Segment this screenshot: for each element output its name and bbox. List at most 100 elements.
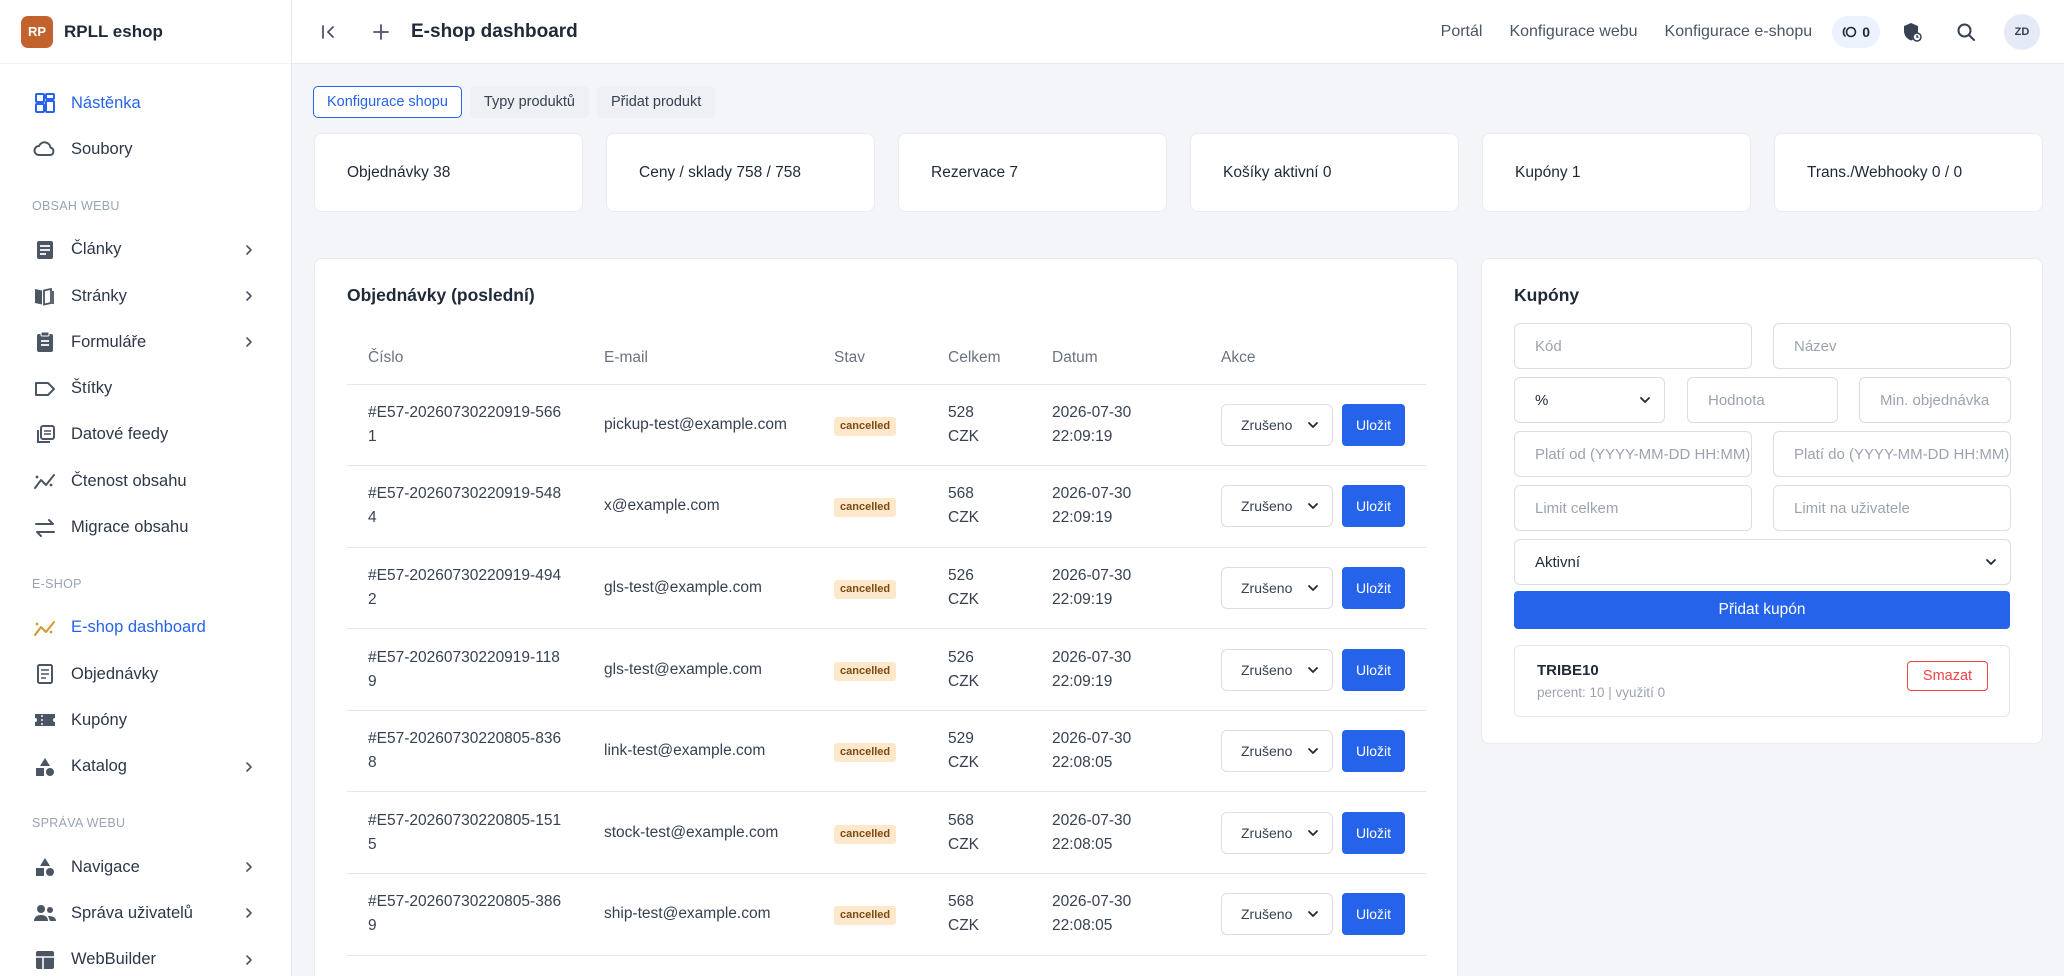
order-date: 2026-07-30 22:09:19 <box>1031 465 1200 548</box>
chevron-right-icon <box>246 291 252 301</box>
save-order-button[interactable]: Uložit <box>1342 811 1405 854</box>
eshop-config-link[interactable]: Konfigurace e-shopu <box>1665 23 1813 41</box>
delete-coupon-button[interactable]: Smazat <box>1907 661 1988 691</box>
user-avatar[interactable]: ZD <box>2004 13 2040 50</box>
order-status-select[interactable]: Zrušeno <box>1221 730 1333 773</box>
add-coupon-button[interactable]: Přidat kupón <box>1514 591 2010 629</box>
order-email: ship-test@example.com <box>583 873 813 956</box>
sidebar-item-nastenka[interactable]: Nástěnka <box>0 80 291 126</box>
sidebar-item-katalog[interactable]: Katalog <box>0 744 291 790</box>
web-config-link[interactable]: Konfigurace webu <box>1509 23 1637 41</box>
order-number[interactable]: #E57-20260730220919-5484 <box>347 465 583 548</box>
coupon-limit-user-input[interactable]: Limit na uživatele <box>1773 485 2011 531</box>
stat-card: Objednávky 38 <box>314 133 583 212</box>
add-button[interactable] <box>361 12 401 52</box>
sidebar-item-ctenost-obsahu[interactable]: Čtenost obsahu <box>0 458 291 504</box>
sidebar-item-migrace-obsahu[interactable]: Migrace obsahu <box>0 504 291 550</box>
stat-cards: Objednávky 38 Ceny / sklady 758 / 758 Reze… <box>314 133 2043 212</box>
recent-orders-panel: Objednávky (poslední) Číslo E-mail Stav … <box>314 258 1458 976</box>
order-status-select[interactable]: Zrušeno <box>1221 485 1333 528</box>
sidebar-item-label: Nástěnka <box>71 93 141 112</box>
sidebar-item-stranky[interactable]: Stránky <box>0 273 291 319</box>
sidebar-item-label: Správa uživatelů <box>71 903 193 922</box>
coupon-type-select[interactable]: % <box>1514 377 1665 423</box>
order-total: 526 CZK <box>927 547 1031 630</box>
save-order-button[interactable]: Uložit <box>1342 893 1405 936</box>
subtabs: Konfigurace shopu Typy produktů Přidat pro… <box>313 86 723 118</box>
stat-card: Košíky aktivní 0 <box>1190 133 1459 212</box>
stat-card: Trans./Webhooky 0 / 0 <box>1774 133 2043 212</box>
sidebar-item-label: Objednávky <box>71 664 159 683</box>
navigation-icon <box>32 854 58 880</box>
coupons-title: Kupóny <box>1514 285 1580 305</box>
orders-header-row: Číslo E-mail Stav Celkem Datum Akce <box>347 332 1426 385</box>
order-total: 526 CZK <box>927 628 1031 711</box>
order-status-select[interactable]: Zrušeno <box>1221 403 1333 446</box>
coupon-meta: percent: 10 | využití 0 <box>1537 685 1666 700</box>
coupon-status-select[interactable]: Aktivní <box>1514 539 2011 585</box>
action-cell: Zrušeno Uložit <box>1200 384 1426 467</box>
sidebar-item-kupony[interactable]: Kupóny <box>0 697 291 743</box>
action-cell: Zrušeno Uložit <box>1200 873 1426 956</box>
coupon-name-input[interactable]: Název <box>1773 323 2011 369</box>
sidebar-item-navigace[interactable]: Navigace <box>0 844 291 890</box>
coupon-min-order-input[interactable]: Min. objednávka <box>1859 377 2011 423</box>
sidebar-item-sprava-uzivatelu[interactable]: Správa uživatelů <box>0 890 291 936</box>
order-email: pickup-test@example.com <box>583 384 813 467</box>
chevron-down-icon <box>1308 829 1318 836</box>
search-button[interactable] <box>1954 20 1978 44</box>
sidebar-item-label: Články <box>71 240 122 259</box>
chevron-down-icon <box>1308 503 1318 510</box>
clipboard-icon <box>32 329 58 355</box>
search-icon <box>1957 23 1975 41</box>
order-number[interactable]: #E57-20260730220805-8368 <box>347 710 583 793</box>
sidebar-item-datove-feedy[interactable]: Datové feedy <box>0 412 291 458</box>
sidebar-item-stitky[interactable]: Štítky <box>0 365 291 411</box>
tag-icon <box>32 376 58 402</box>
sidebar-item-objednavky[interactable]: Objednávky <box>0 651 291 697</box>
counter-value: 0 <box>1862 23 1870 40</box>
sidebar-item-webbuilder[interactable]: WebBuilder <box>0 936 291 976</box>
order-number[interactable]: #E57-20260730220805-3869 <box>347 873 583 956</box>
save-order-button[interactable]: Uložit <box>1342 648 1405 691</box>
order-status-select[interactable]: Zrušeno <box>1221 648 1333 691</box>
coupon-limit-total-input[interactable]: Limit celkem <box>1514 485 1752 531</box>
order-number[interactable]: #E57-20260730220919-5661 <box>347 384 583 467</box>
brand-name: RPLL eshop <box>64 21 163 41</box>
coupon-valid-from-input[interactable]: Platí od (YYYY-MM-DD HH:MM) <box>1514 431 1752 477</box>
order-status-select[interactable]: Zrušeno <box>1221 566 1333 609</box>
coupon-code-input[interactable]: Kód <box>1514 323 1752 369</box>
portal-link[interactable]: Portál <box>1441 23 1483 41</box>
order-date: 2026-07-30 22:09:19 <box>1031 384 1200 467</box>
col-status: Stav <box>813 332 927 385</box>
save-order-button[interactable]: Uložit <box>1342 485 1405 528</box>
sidebar-item-formulare[interactable]: Formuláře <box>0 319 291 365</box>
sidebar-item-e-shop-dashboard[interactable]: E-shop dashboard <box>0 605 291 651</box>
sidebar-item-soubory[interactable]: Soubory <box>0 126 291 172</box>
sidebar-item-label: Kupóny <box>71 710 127 729</box>
notification-counter[interactable]: 0 <box>1832 15 1880 48</box>
order-email: stock-test@example.com <box>583 791 813 875</box>
page-title: E-shop dashboard <box>411 20 578 42</box>
order-number[interactable]: #E57-20260730220805-1515 <box>347 791 583 875</box>
coupon-valid-to-input[interactable]: Platí do (YYYY-MM-DD HH:MM) <box>1773 431 2011 477</box>
order-status-select[interactable]: Zrušeno <box>1221 811 1333 854</box>
order-number[interactable]: #E57-20260730220919-4942 <box>347 547 583 630</box>
save-order-button[interactable]: Uložit <box>1342 730 1405 773</box>
chevron-down-icon <box>1640 397 1650 403</box>
collapse-sidebar-button[interactable] <box>309 12 349 52</box>
order-status-select[interactable]: Zrušeno <box>1221 893 1333 936</box>
subtab-1[interactable]: Typy produktů <box>469 86 589 118</box>
order-number[interactable]: #E57-20260730220919-1189 <box>347 628 583 711</box>
status-cell: cancelled <box>813 873 927 956</box>
subtab-2[interactable]: Přidat produkt <box>597 86 716 118</box>
coupon-value-input[interactable]: Hodnota <box>1687 377 1838 423</box>
brand[interactable]: RP RPLL eshop <box>0 0 291 64</box>
subtab-0[interactable]: Konfigurace shopu <box>313 86 462 118</box>
save-order-button[interactable]: Uložit <box>1342 566 1405 609</box>
receipt-icon <box>32 661 58 687</box>
save-order-button[interactable]: Uložit <box>1342 403 1405 446</box>
sidebar-item-clanky[interactable]: Články <box>0 227 291 273</box>
security-button[interactable] <box>1900 20 1924 44</box>
order-email: gls-test@example.com <box>583 628 813 711</box>
